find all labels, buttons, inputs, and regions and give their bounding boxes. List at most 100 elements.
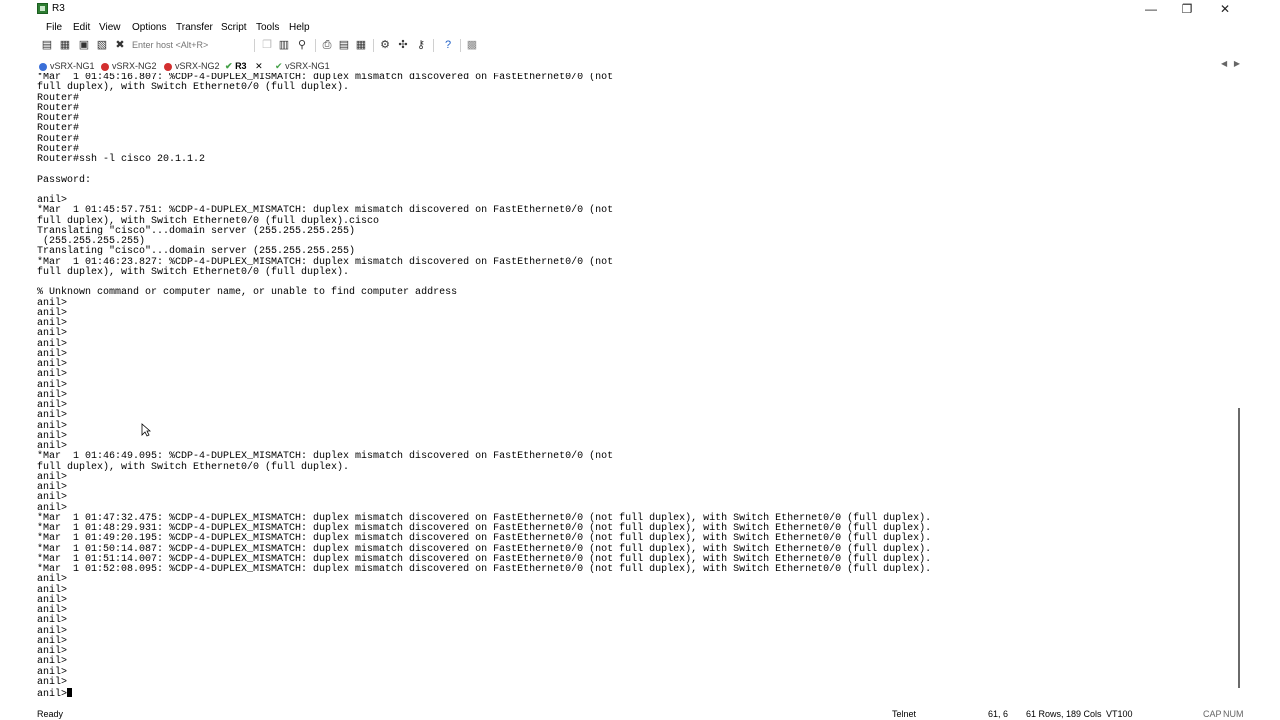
terminal-line: anil> [37,410,68,422]
terminal-line: anil> [37,359,68,370]
terminal-line: full duplex), with Switch Ethernet0/0 (f… [37,82,350,94]
terminal-line: full duplex), with Switch Ethernet0/0 (f… [37,266,350,278]
sftp-icon[interactable]: ▩ [466,39,478,51]
tab-scroll-arrows[interactable]: ◀ ▶ [1221,59,1240,68]
desktop-background [1244,0,1280,720]
status-bar: Ready Telnet 61, 6 61 Rows, 189 Cols VT1… [37,707,1244,720]
connect-in-tab-icon[interactable]: ▣ [78,39,90,51]
terminal-line: anil> [37,348,68,360]
terminal-line: Router# [37,143,80,155]
session-options-icon[interactable]: ⚙ [379,39,391,51]
menu-tools[interactable]: Tools [256,22,279,33]
checkmark-icon: ✔ [225,61,233,71]
menu-help[interactable]: Help [289,22,310,33]
terminal-line: Translating "cisco"...domain server (255… [37,246,356,258]
terminal-line: anil> [37,420,68,432]
tab-vsrx-ng1-2[interactable]: ✔ vSRX-NG1 [275,59,330,73]
terminal-line: Router# [37,102,80,114]
tab-label: vSRX-NG2 [175,61,220,71]
session-tabs: vSRX-NG1 vSRX-NG2 vSRX-NG2 ✔ R3 ✕ ✔ vSRX… [37,59,1244,73]
vertical-scrollbar[interactable] [1237,73,1243,703]
print-selection-icon[interactable]: ▤ [338,39,350,51]
mouse-cursor-icon [141,423,151,437]
print-setup-icon[interactable]: ▦ [355,39,367,51]
terminal-line: anil> [37,379,68,391]
menu-script[interactable]: Script [221,22,247,33]
tab-vsrx-ng1[interactable]: vSRX-NG1 [39,59,95,73]
terminal-line: anil> [37,471,68,483]
terminal-line: anil> [37,318,68,329]
tab-label: R3 [235,61,247,71]
keymap-icon[interactable]: ⚷ [415,39,427,51]
close-tab-icon[interactable]: ✕ [255,61,263,71]
menu-view[interactable]: View [99,22,121,33]
help-icon[interactable]: ? [442,39,454,51]
terminal-line: anil> [37,389,68,401]
toolbar-separator [373,39,374,52]
toolbar: ▤ ▦ ▣ ▧ ✖ ❐ ▥ ⚲ ⎙ ▤ ▦ ⚙ ✣ ⚷ ? ▩ [37,37,1244,54]
terminal-line: anil> [37,666,68,678]
terminal-line: Translating "cisco"...domain server (255… [37,225,356,237]
terminal-line: anil> [37,594,68,606]
terminal-line: Router#ssh -l cisco 20.1.1.2 [37,154,206,165]
copy-icon[interactable]: ❐ [261,39,273,51]
terminal-output[interactable]: *Mar 1 01:45:16.807: %CDP-4-DUPLEX_MISMA… [37,73,1237,703]
status-cursor-position: 61, 6 [988,709,1009,719]
toolbar-separator [254,39,255,52]
status-caps-lock: CAP [1203,709,1222,719]
status-protocol: Telnet [892,709,917,719]
terminal-line: anil> [37,430,68,442]
menu-file[interactable]: File [46,22,62,33]
menu-transfer[interactable]: Transfer [176,22,213,33]
tab-vsrx-ng2-2[interactable]: vSRX-NG2 [164,59,220,73]
terminal-line: anil> [37,646,68,657]
terminal-prompt: anil> [37,689,68,700]
terminal-line: anil> [37,328,68,340]
tab-r3[interactable]: ✔ R3 ✕ [225,59,269,73]
toolbar-separator [460,39,461,52]
menu-edit[interactable]: Edit [73,22,90,33]
quick-connect-icon[interactable]: ▦ [59,39,71,51]
terminal-line: anil> [37,676,68,688]
restore-button[interactable]: ❐ [1169,0,1205,19]
terminal-line: anil> [37,400,68,411]
terminal-line: *Mar 1 01:49:20.195: %CDP-4-DUPLEX_MISMA… [37,533,932,545]
scrollbar-thumb[interactable] [1238,408,1240,688]
menu-options[interactable]: Options [132,22,166,33]
tab-label: vSRX-NG1 [50,61,95,71]
terminal-line: anil> [37,584,68,596]
tab-label: vSRX-NG2 [112,61,157,71]
reconnect-icon[interactable]: ▧ [96,39,108,51]
tab-label: vSRX-NG1 [285,61,330,71]
securecrt-app-icon[interactable] [37,3,48,14]
find-icon[interactable]: ⚲ [296,39,308,51]
minimize-button[interactable]: — [1133,0,1169,19]
enter-host-input[interactable] [132,38,248,52]
terminal-line: anil> [37,297,68,309]
terminal-line: anil> [37,635,68,647]
terminal-line: Router# [37,92,80,104]
global-options-icon[interactable]: ✣ [397,39,409,51]
tab-vsrx-ng2[interactable]: vSRX-NG2 [101,59,157,73]
terminal-prompt-line[interactable]: anil> [37,688,1237,700]
paste-icon[interactable]: ▥ [278,39,290,51]
title-bar: R3 — ❐ ✕ [0,0,1244,19]
terminal-line: % Unknown command or computer name, or u… [37,287,458,299]
connect-icon[interactable]: ▤ [41,39,53,51]
text-cursor [67,688,73,697]
terminal-line: anil> [37,605,68,616]
connected-icon [39,62,47,71]
terminal-line: anil> [37,369,68,381]
disconnect-icon[interactable]: ✖ [114,39,126,51]
disconnected-icon [164,62,172,71]
print-icon[interactable]: ⎙ [321,39,333,51]
terminal-line: Router# [37,133,80,145]
toolbar-separator [315,39,316,52]
menu-bar: File Edit View Options Transfer Script T… [37,20,1244,36]
terminal-line: *Mar 1 01:45:57.751: %CDP-4-DUPLEX_MISMA… [37,205,614,217]
close-button[interactable]: ✕ [1207,0,1243,19]
terminal-line: anil> [37,656,68,668]
terminal-line: *Mar 1 01:52:08.095: %CDP-4-DUPLEX_MISMA… [37,564,932,575]
